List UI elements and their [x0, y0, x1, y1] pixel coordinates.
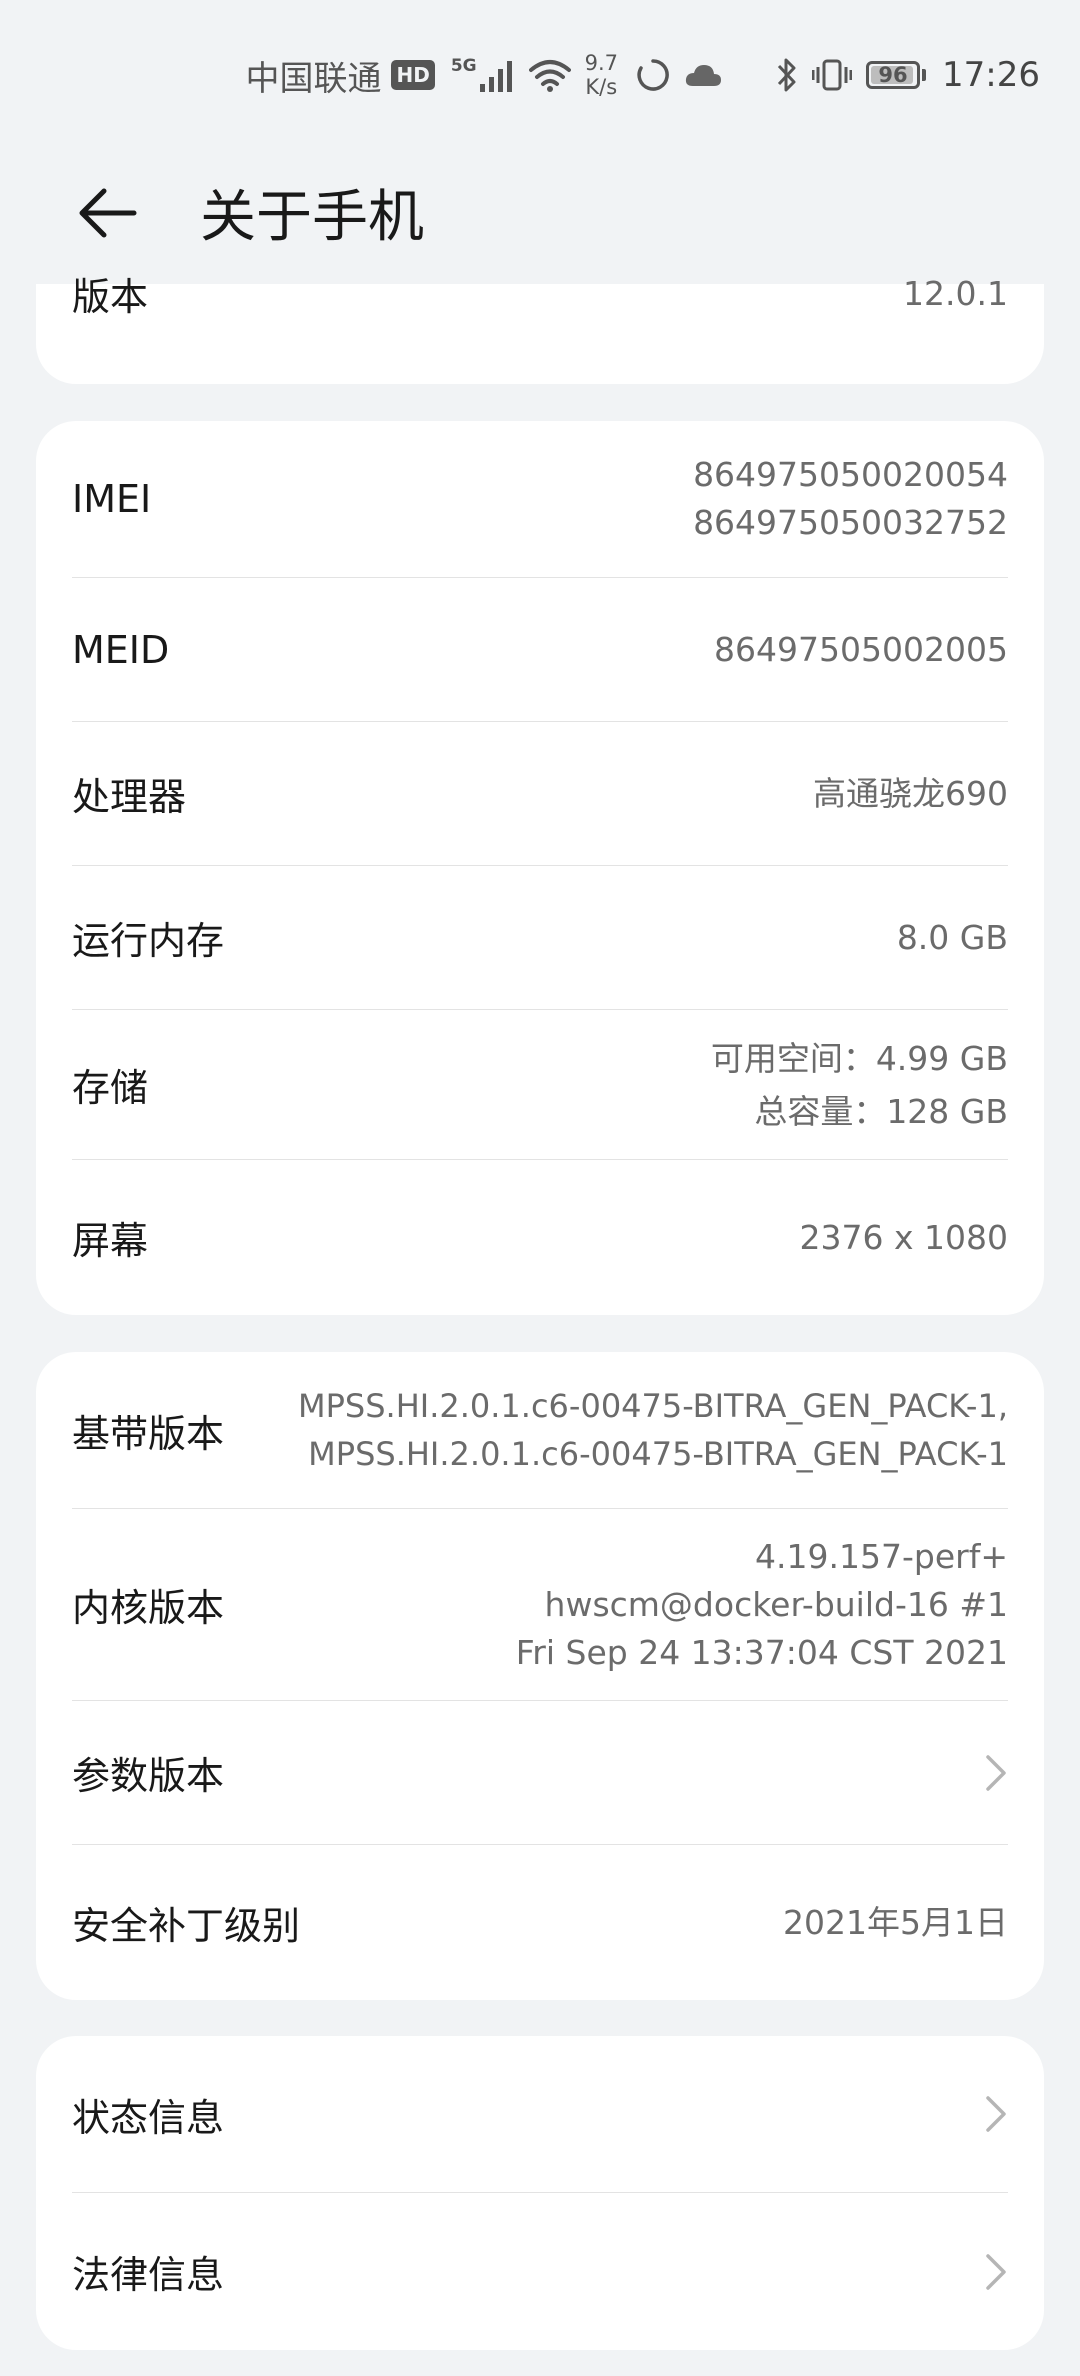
security-patch-label: 安全补丁级别: [72, 1904, 301, 1948]
version-value: 12.0.1: [903, 274, 1008, 313]
carrier-name: 中国联通: [245, 58, 382, 99]
storage-available: 可用空间：4.99 GB: [710, 1038, 1008, 1078]
clock: 17:26: [942, 55, 1040, 95]
arrow-left-icon: [79, 188, 137, 237]
wifi-icon: [528, 58, 571, 92]
status-info-label: 状态信息: [72, 2095, 225, 2140]
kernel-value-1: 4.19.157-perf+: [755, 1536, 1008, 1576]
battery-indicator: 96: [866, 61, 927, 89]
screen-label: 屏幕: [72, 1219, 149, 1263]
storage-total: 总容量：128 GB: [754, 1091, 1008, 1131]
chevron-right-icon: [984, 2252, 1008, 2292]
baseband-row[interactable]: 基带版本 MPSS.HI.2.0.1.c6-00475-BITRA_GEN_PA…: [72, 1352, 1008, 1509]
kernel-value-3: Fri Sep 24 13:37:04 CST 2021: [515, 1632, 1008, 1672]
chevron-right-icon: [984, 2094, 1008, 2134]
screen-row[interactable]: 屏幕 2376 x 1080: [72, 1160, 1008, 1315]
kernel-label: 内核版本: [72, 1586, 225, 1630]
storage-row[interactable]: 存储 可用空间：4.99 GB 总容量：128 GB: [72, 1010, 1008, 1160]
version-row[interactable]: 版本 12.0.1: [72, 274, 1008, 320]
speed-unit: K/s: [585, 75, 618, 99]
hd-badge: HD: [391, 60, 435, 90]
baseband-value-2: MPSS.HI.2.0.1.c6-00475-BITRA_GEN_PACK-1: [308, 1435, 1008, 1473]
signal-icon: [479, 58, 515, 92]
imei-label: IMEI: [72, 477, 152, 521]
params-version-row[interactable]: 参数版本: [72, 1701, 1008, 1845]
processor-value: 高通骁龙690: [813, 773, 1008, 813]
legal-info-row[interactable]: 法律信息: [72, 2193, 1008, 2350]
cloud-icon: [684, 62, 722, 88]
version-card: 版本 12.0.1: [36, 274, 1044, 384]
info-links-card: 状态信息 法律信息: [36, 2036, 1044, 2350]
chevron-right-icon: [984, 1753, 1008, 1793]
ram-label: 运行内存: [72, 919, 225, 963]
legal-info-label: 法律信息: [72, 2253, 225, 2297]
device-info-card: IMEI 864975050020054 864975050032752 MEI…: [36, 421, 1044, 1315]
page-title: 关于手机: [200, 185, 424, 250]
back-button[interactable]: [68, 173, 148, 253]
kernel-value-2: hwscm@docker-build-16 #1: [544, 1584, 1008, 1624]
network-type: 5G: [450, 56, 477, 76]
status-bar: 中国联通 HD 5G 9.7 K/s 96 17:26: [0, 0, 1080, 150]
baseband-label: 基带版本: [72, 1411, 225, 1456]
security-patch-row[interactable]: 安全补丁级别 2021年5月1日: [72, 1845, 1008, 2000]
battery-tip: [922, 69, 927, 81]
network-speed: 9.7 K/s: [585, 51, 618, 99]
status-info-row[interactable]: 状态信息: [72, 2036, 1008, 2193]
imei-value-2: 864975050032752: [693, 503, 1008, 542]
imei-values: 864975050020054 864975050032752: [693, 451, 1008, 547]
version-label: 版本: [72, 275, 149, 319]
storage-values: 可用空间：4.99 GB 总容量：128 GB: [711, 1032, 1008, 1138]
meid-value: 86497505002005: [714, 629, 1008, 669]
params-version-label: 参数版本: [72, 1754, 225, 1798]
app-header: 关于手机: [0, 150, 1080, 275]
battery-level: 96: [878, 63, 908, 87]
battery-icon: 96: [866, 61, 921, 89]
sync-icon: [636, 58, 670, 92]
ram-value: 8.0 GB: [896, 917, 1008, 957]
speed-value: 9.7: [584, 51, 619, 75]
software-info-card: 基带版本 MPSS.HI.2.0.1.c6-00475-BITRA_GEN_PA…: [36, 1352, 1044, 2000]
bluetooth-icon: [776, 57, 798, 93]
kernel-values: 4.19.157-perf+ hwscm@docker-build-16 #1 …: [516, 1533, 1008, 1677]
kernel-row[interactable]: 内核版本 4.19.157-perf+ hwscm@docker-build-1…: [72, 1509, 1008, 1701]
meid-label: MEID: [72, 627, 170, 672]
vibrate-icon: [812, 58, 853, 92]
ram-row[interactable]: 运行内存 8.0 GB: [72, 866, 1008, 1010]
imei-value-1: 864975050020054: [693, 455, 1008, 494]
screen-value: 2376 x 1080: [799, 1217, 1008, 1257]
baseband-value-1: MPSS.HI.2.0.1.c6-00475-BITRA_GEN_PACK-1,: [297, 1387, 1008, 1425]
baseband-values: MPSS.HI.2.0.1.c6-00475-BITRA_GEN_PACK-1,…: [298, 1382, 1008, 1478]
storage-label: 存储: [72, 1066, 149, 1110]
processor-row[interactable]: 处理器 高通骁龙690: [72, 722, 1008, 866]
processor-label: 处理器: [72, 775, 187, 819]
imei-row[interactable]: IMEI 864975050020054 864975050032752: [72, 421, 1008, 578]
security-patch-value: 2021年5月1日: [783, 1902, 1008, 1942]
meid-row[interactable]: MEID 86497505002005: [72, 578, 1008, 722]
